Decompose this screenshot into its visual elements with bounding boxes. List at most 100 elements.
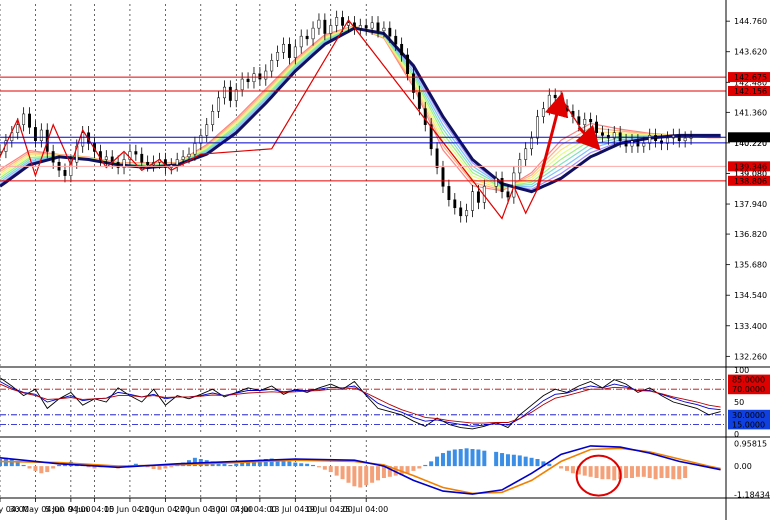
hist-bar — [45, 466, 50, 473]
candle-body — [181, 156, 185, 160]
candle-body — [388, 27, 392, 37]
hist-bar — [358, 466, 363, 488]
hist-bar — [39, 466, 44, 474]
candle-body — [447, 186, 451, 200]
hist-bar — [446, 450, 451, 467]
y-tick-label: 141.360 — [734, 108, 767, 117]
hist-bar — [33, 466, 38, 471]
candle-body — [471, 191, 474, 211]
candle-body — [104, 156, 108, 160]
hist-bar — [21, 464, 26, 467]
candle-body — [530, 137, 534, 150]
y-tick-label: 137.940 — [734, 200, 767, 209]
hist-bar — [370, 466, 375, 483]
hist-bar — [494, 451, 499, 467]
hist-bar — [511, 454, 516, 467]
hist-bar — [311, 464, 316, 467]
y-tick-label: 133.400 — [734, 322, 767, 331]
candle-body — [435, 148, 439, 168]
candle-body — [406, 54, 409, 74]
hist-bar — [500, 453, 505, 467]
candle-body — [417, 92, 421, 109]
candle-body — [382, 27, 386, 32]
hist-bar — [57, 464, 62, 467]
hist-bar — [523, 456, 528, 467]
osc-tick-label: 0 — [734, 430, 739, 439]
hist-bar — [683, 466, 688, 478]
hist-bar — [429, 461, 434, 467]
candle-body — [222, 86, 226, 99]
candle-body — [323, 19, 327, 34]
osc-level-label: 85.0000 — [732, 376, 765, 385]
candle-body — [276, 52, 280, 61]
candle-body — [258, 73, 262, 80]
candle-body — [341, 17, 345, 26]
hist-bar — [517, 455, 522, 467]
hist-bar — [665, 466, 670, 478]
hist-bar — [222, 463, 227, 467]
hist-tick-label: 0.95815 — [734, 439, 767, 448]
hist-bar — [470, 449, 475, 467]
candle-body — [329, 25, 333, 34]
candle-body — [476, 191, 480, 203]
hist-bar — [635, 466, 640, 477]
candle-body — [81, 132, 85, 147]
hist-bar — [411, 466, 416, 471]
hist-bar — [9, 459, 14, 467]
hist-bar — [559, 466, 564, 469]
candle-body — [541, 108, 545, 117]
candle-body — [630, 140, 634, 147]
candle-body — [28, 113, 31, 128]
hist-bar — [476, 449, 481, 467]
hist-bar — [482, 450, 487, 467]
osc-tick-label: 100 — [734, 366, 749, 375]
hist-bar — [653, 466, 658, 480]
candle-body — [536, 116, 539, 139]
candle-body — [394, 35, 398, 45]
y-tick-label: 135.680 — [734, 261, 767, 270]
hist-bar — [352, 466, 357, 487]
x-tick-label: 25 Jul 04:00 — [340, 505, 388, 514]
hist-bar — [529, 457, 534, 467]
candle-body — [228, 86, 232, 101]
candle-body — [187, 153, 191, 158]
level-label: 142.675 — [734, 73, 767, 82]
candle-body — [264, 70, 268, 80]
candle-body — [211, 111, 215, 125]
osc-level-label: 15.0000 — [732, 420, 765, 429]
candle-body — [305, 35, 309, 40]
candle-body — [33, 127, 37, 142]
candle-body — [589, 119, 593, 123]
candle-body — [317, 19, 321, 29]
hist-bar — [322, 466, 327, 470]
hist-bar — [234, 463, 239, 467]
candle-body — [335, 17, 339, 26]
osc-level-label: 30.0000 — [732, 411, 765, 420]
candle-body — [246, 78, 250, 83]
hist-bar — [299, 463, 304, 467]
hist-bar — [582, 466, 587, 476]
hist-bar — [677, 466, 682, 480]
candle-body — [453, 199, 457, 209]
candle-body — [270, 60, 274, 72]
hist-bar — [376, 466, 381, 481]
hist-bar — [600, 466, 605, 480]
hist-bar — [15, 462, 20, 467]
candle-body — [618, 132, 622, 142]
y-tick-label: 134.540 — [734, 291, 767, 300]
candle-body — [376, 22, 380, 32]
hist-bar — [228, 464, 233, 467]
candle-body — [465, 210, 469, 217]
hist-bar — [647, 466, 652, 478]
candle-body — [16, 124, 20, 133]
candle-body — [423, 108, 427, 125]
price-chart: 144.760143.620142.480141.360140.220139.0… — [0, 0, 770, 520]
hist-bar — [505, 454, 510, 467]
hist-bar — [458, 449, 463, 467]
candle-body — [506, 191, 510, 198]
hist-bar — [440, 453, 445, 467]
candle-body — [547, 94, 551, 109]
candle-body — [524, 148, 528, 160]
level-label: 142.156 — [734, 87, 767, 96]
candle-body — [683, 137, 687, 142]
